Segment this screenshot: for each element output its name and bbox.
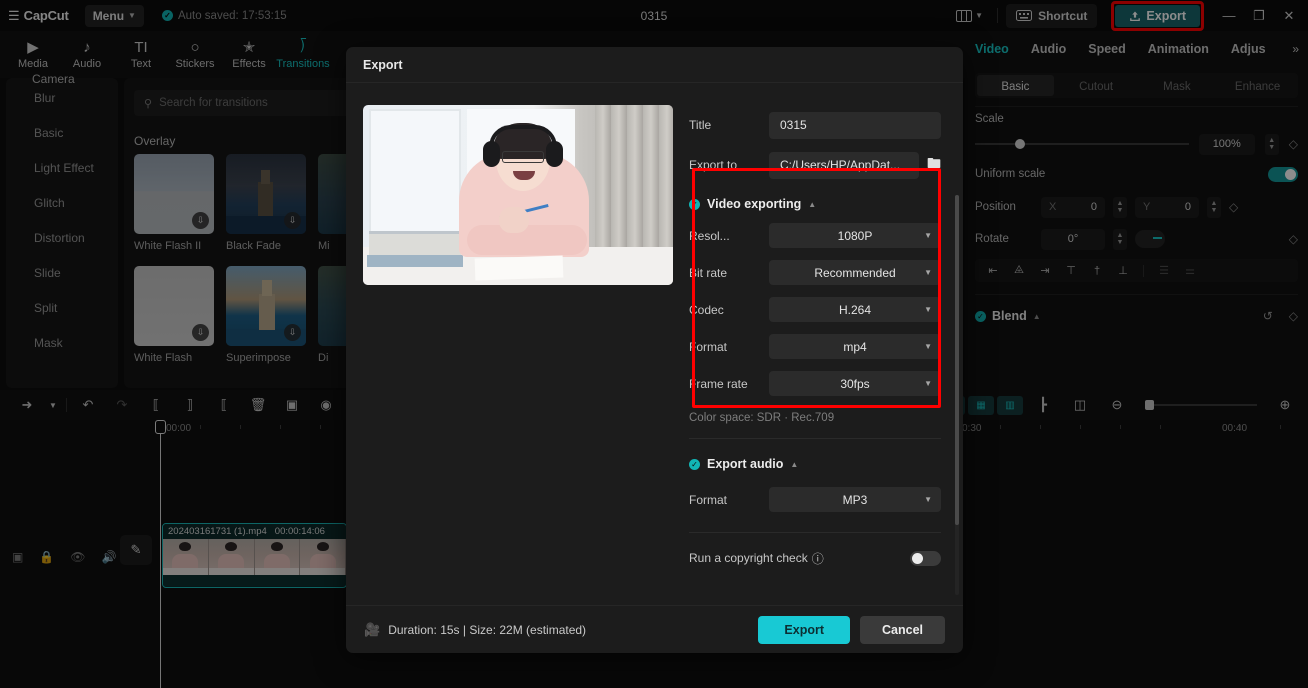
audio-format-value: MP3 [842,492,868,507]
bitrate-select[interactable]: Recommended ▼ [769,260,941,285]
copyright-check-toggle[interactable] [910,550,941,566]
framerate-select[interactable]: 30fps ▼ [769,371,941,396]
export-dialog: Export Title 0315 Export to C:/Users/HP/… [346,47,963,653]
copyright-check-label: Run a copyright check ⓘ [689,550,824,567]
resolution-label: Resol... [689,228,730,243]
export-confirm-button[interactable]: Export [758,615,850,644]
resolution-select[interactable]: 1080P ▼ [769,223,941,248]
divider [689,438,941,439]
codec-select[interactable]: H.264 ▼ [769,297,941,322]
color-space-info: Color space: SDR · Rec.709 [689,412,835,424]
duration-info: 🎥 Duration: 15s | Size: 22M (estimated) [364,622,586,638]
format-value: mp4 [843,339,867,354]
audio-format-select[interactable]: MP3 ▼ [769,487,941,512]
film-icon: 🎥 [364,621,381,637]
bitrate-value: Recommended [814,265,896,280]
audio-format-row: Format MP3 ▼ [689,481,941,518]
checkbox-icon[interactable]: ✓ [689,458,700,470]
export-to-label: Export to [689,158,738,172]
audio-format-label: Format [689,492,728,507]
dialog-body: Title 0315 Export to C:/Users/HP/AppDat.… [346,83,963,605]
export-preview-image [363,105,673,285]
caret-up-icon[interactable]: ▲ [790,460,798,469]
export-audio-header: ✓ Export audio ▲ [689,457,941,471]
copyright-check-row: Run a copyright check ⓘ [689,539,941,577]
duration-text: Duration: 15s | Size: 22M (estimated) [388,622,587,637]
dialog-header: Export [346,47,963,83]
resolution-value: 1080P [837,228,873,243]
chevron-down-icon: ▼ [924,495,932,504]
export-audio-label: Export audio [707,457,784,471]
codec-value: H.264 [838,302,872,317]
cancel-button[interactable]: Cancel [860,615,945,644]
framerate-row: Frame rate 30fps ▼ [689,365,941,402]
export-to-row: Export to C:/Users/HP/AppDat... 🖿︎ [689,145,941,185]
format-label: Format [689,339,728,354]
dialog-actions: Export Cancel [758,615,945,644]
chevron-down-icon: ▼ [924,342,932,351]
title-input[interactable]: 0315 [769,111,941,139]
framerate-label: Frame rate [689,376,748,391]
title-row: Title 0315 [689,105,941,145]
format-select[interactable]: mp4 ▼ [769,334,941,359]
format-row: Format mp4 ▼ [689,328,941,365]
dialog-footer: 🎥 Duration: 15s | Size: 22M (estimated) … [346,605,963,653]
dialog-scrollbar-thumb[interactable] [955,195,959,525]
chevron-down-icon: ▼ [924,379,932,388]
export-settings: Title 0315 Export to C:/Users/HP/AppDat.… [676,83,963,577]
checkbox-icon[interactable]: ✓ [689,198,700,210]
bitrate-label: Bit rate [689,265,728,280]
chevron-down-icon: ▼ [924,305,932,314]
video-exporting-header: ✓ Video exporting ▲ [689,197,941,211]
caret-up-icon[interactable]: ▲ [808,200,816,209]
resolution-row: Resol... 1080P ▼ [689,217,941,254]
export-to-input[interactable]: C:/Users/HP/AppDat... [769,151,919,179]
divider [689,532,941,533]
codec-label: Codec [689,302,724,317]
dialog-preview-pane [346,83,676,605]
bitrate-row: Bit rate Recommended ▼ [689,254,941,291]
title-label: Title [689,118,712,132]
framerate-value: 30fps [840,376,870,391]
chevron-down-icon: ▼ [924,231,932,240]
copyright-label-text: Run a copyright check [689,551,808,565]
dialog-settings-pane: Title 0315 Export to C:/Users/HP/AppDat.… [676,83,963,605]
video-exporting-label: Video exporting [707,197,802,211]
folder-icon[interactable]: 🖿︎ [927,153,941,177]
info-icon[interactable]: ⓘ [812,550,824,567]
codec-row: Codec H.264 ▼ [689,291,941,328]
dialog-title: Export [363,57,403,72]
chevron-down-icon: ▼ [924,268,932,277]
